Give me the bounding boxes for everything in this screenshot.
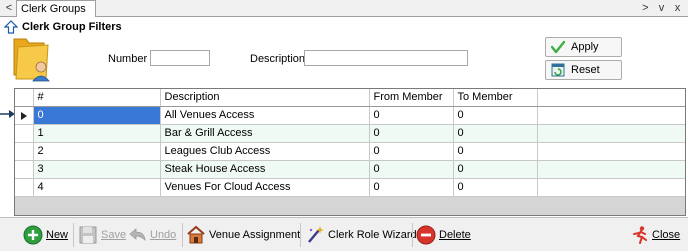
tab-close-button[interactable]: x: [671, 1, 684, 16]
delete-button[interactable]: Delete: [416, 223, 472, 247]
running-person-exit-icon: [633, 226, 647, 244]
new-label: New: [46, 229, 69, 241]
new-button[interactable]: New: [23, 223, 69, 247]
venue-assignment-label: Venue Assignment: [209, 229, 301, 241]
toolbar-separator: [412, 223, 413, 247]
cell-description[interactable]: Leagues Club Access: [160, 142, 370, 161]
clerk-role-wizard-button[interactable]: Clerk Role Wizard: [305, 223, 417, 247]
cell-filler: [537, 106, 685, 125]
cell-number[interactable]: 0: [33, 106, 161, 125]
checkmark-icon: [551, 40, 565, 54]
column-header-description[interactable]: Description: [160, 89, 370, 107]
save-label: Save: [101, 229, 127, 241]
reset-label: Reset: [571, 64, 600, 76]
cell-from-member[interactable]: 0: [369, 106, 454, 125]
tab-clerk-groups[interactable]: Clerk Groups: [16, 0, 96, 17]
table-row[interactable]: 3 Steak House Access 0 0: [15, 160, 685, 179]
cell-number[interactable]: 2: [33, 142, 161, 161]
toolbar-separator: [300, 223, 301, 247]
row-header[interactable]: [15, 142, 34, 161]
table-row[interactable]: 0 All Venues Access 0 0: [15, 106, 685, 125]
filter-title: Clerk Group Filters: [22, 21, 122, 33]
tab-scroll-right-button[interactable]: >: [639, 1, 652, 16]
plus-circle-icon: [23, 225, 43, 245]
filter-panel: Clerk Group Filters Number Description A…: [0, 17, 688, 87]
cell-from-member[interactable]: 0: [369, 178, 454, 197]
collapse-up-icon[interactable]: [4, 20, 18, 34]
magic-wand-icon: [308, 226, 324, 243]
cell-to-member[interactable]: 0: [453, 124, 538, 143]
row-header[interactable]: [15, 124, 34, 143]
column-header-to-member[interactable]: To Member: [453, 89, 538, 107]
save-button[interactable]: Save: [78, 223, 126, 247]
undo-button[interactable]: Undo: [128, 223, 178, 247]
cell-to-member[interactable]: 0: [453, 160, 538, 179]
toolbar-separator: [73, 223, 74, 247]
cell-description[interactable]: Venues For Cloud Access: [160, 178, 370, 197]
tab-back-button[interactable]: <: [3, 1, 15, 16]
apply-button[interactable]: Apply: [545, 37, 622, 57]
apply-label: Apply: [571, 41, 599, 53]
venue-house-icon: [187, 225, 205, 244]
clerk-groups-grid[interactable]: # Description From Member To Member 0 Al…: [14, 88, 686, 216]
cell-number[interactable]: 1: [33, 124, 161, 143]
cell-filler: [537, 124, 685, 143]
column-header-number[interactable]: #: [33, 89, 161, 107]
table-header-row: # Description From Member To Member: [15, 89, 685, 107]
cell-description[interactable]: Steak House Access: [160, 160, 370, 179]
floppy-disk-icon: [79, 226, 97, 244]
tab-bar: < Clerk Groups > v x: [0, 0, 688, 17]
venue-assignment-button[interactable]: Venue Assignment: [186, 223, 300, 247]
cell-description[interactable]: Bar & Grill Access: [160, 124, 370, 143]
row-header[interactable]: [15, 160, 34, 179]
cell-from-member[interactable]: 0: [369, 124, 454, 143]
reset-icon: [551, 63, 565, 77]
cell-filler: [537, 178, 685, 197]
row-header-corner: [15, 89, 34, 107]
number-field[interactable]: [150, 50, 210, 66]
description-label: Description: [250, 53, 306, 65]
cell-to-member[interactable]: 0: [453, 178, 538, 197]
toolbar-separator: [182, 223, 183, 247]
delete-label: Delete: [439, 229, 471, 241]
reset-button[interactable]: Reset: [545, 60, 622, 80]
column-header-from-member[interactable]: From Member: [369, 89, 454, 107]
table-row[interactable]: 4 Venues For Cloud Access 0 0: [15, 178, 685, 197]
table-row[interactable]: 2 Leagues Club Access 0 0: [15, 142, 685, 161]
cell-description[interactable]: All Venues Access: [160, 106, 370, 125]
cell-from-member[interactable]: 0: [369, 142, 454, 161]
bottom-toolbar: New Save Undo Venue Assignment Clerk Rol…: [0, 217, 688, 251]
clerk-role-wizard-label: Clerk Role Wizard: [328, 229, 417, 241]
cell-number[interactable]: 3: [33, 160, 161, 179]
current-row-pointer-icon: [21, 111, 27, 120]
undo-arrow-icon: [129, 228, 146, 242]
column-header-filler: [537, 89, 685, 107]
description-field[interactable]: [304, 50, 468, 66]
close-label: Close: [652, 229, 681, 241]
cell-from-member[interactable]: 0: [369, 160, 454, 179]
row-header[interactable]: [15, 178, 34, 197]
cell-to-member[interactable]: 0: [453, 142, 538, 161]
cell-number[interactable]: 4: [33, 178, 161, 197]
minus-circle-icon: [416, 225, 436, 245]
clerk-groups-table: # Description From Member To Member 0 Al…: [15, 89, 685, 197]
cell-filler: [537, 160, 685, 179]
close-button[interactable]: Close: [630, 223, 680, 247]
table-row[interactable]: 1 Bar & Grill Access 0 0: [15, 124, 685, 143]
undo-label: Undo: [150, 229, 177, 241]
row-header[interactable]: [15, 106, 34, 125]
window-controls: > v x: [639, 1, 684, 16]
number-label: Number: [108, 53, 148, 65]
cell-filler: [537, 142, 685, 161]
folder-user-icon: [13, 38, 50, 82]
cell-to-member[interactable]: 0: [453, 106, 538, 125]
tab-list-button[interactable]: v: [655, 1, 668, 16]
